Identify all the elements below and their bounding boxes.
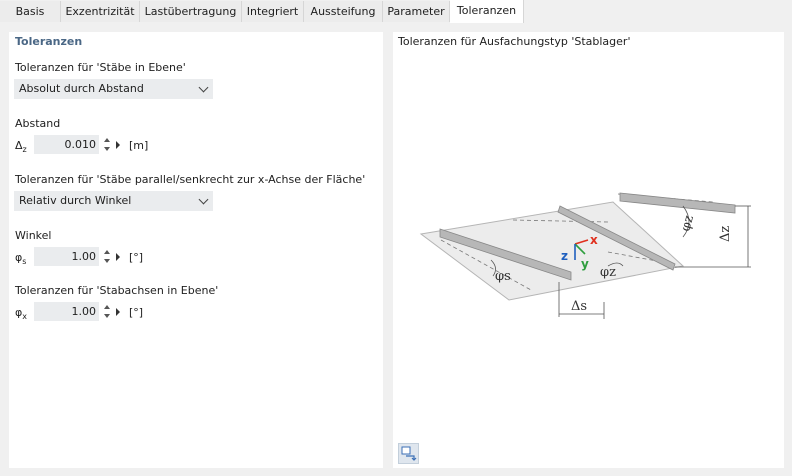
phi-x-symbol: φx bbox=[15, 306, 27, 321]
tab-label: Aussteifung bbox=[310, 5, 376, 18]
member-top-right bbox=[619, 192, 736, 214]
phi-x-spinner[interactable] bbox=[102, 304, 112, 320]
section-title: Toleranzen bbox=[15, 35, 83, 48]
phi-z-mid-label: φz bbox=[600, 265, 616, 280]
winkel-spinner[interactable] bbox=[102, 249, 112, 265]
arrow-right-icon[interactable] bbox=[116, 141, 120, 149]
delta-z-symbol: Δz bbox=[15, 139, 27, 154]
axis-x-label: x bbox=[590, 233, 598, 247]
phi-x-unit: [°] bbox=[129, 306, 144, 319]
delta-z-label: Δz bbox=[718, 226, 733, 242]
tab-lastuebertragung[interactable]: Lastübertragung bbox=[140, 1, 242, 22]
view-options-icon bbox=[401, 446, 417, 461]
tolerance-illustration: Δz φz φs φz Δs x y z bbox=[419, 192, 751, 319]
symbol-main: Δ bbox=[15, 139, 23, 152]
winkel-unit: [°] bbox=[129, 251, 144, 264]
axis-z-label: z bbox=[561, 249, 568, 263]
winkel-input[interactable]: 1.00 bbox=[34, 247, 99, 266]
tab-label: Basis bbox=[15, 5, 45, 18]
tab-label: Toleranzen bbox=[456, 4, 517, 17]
chevron-down-icon bbox=[198, 194, 209, 205]
spin-up-icon[interactable] bbox=[104, 250, 110, 254]
illustration-panel: Toleranzen für Ausfachungstyp 'Stablager… bbox=[393, 32, 784, 468]
tab-bar: Basis Exzentrizität Lastübertragung Inte… bbox=[0, 0, 792, 23]
tab-aussteifung[interactable]: Aussteifung bbox=[304, 1, 383, 22]
phi-x-input[interactable]: 1.00 bbox=[34, 302, 99, 321]
select-value: Absolut durch Abstand bbox=[19, 82, 144, 95]
winkel-label: Winkel bbox=[15, 229, 52, 242]
tab-toleranzen[interactable]: Toleranzen bbox=[450, 0, 524, 23]
phi-s-label: φs bbox=[495, 269, 511, 284]
abstand-input[interactable]: 0.010 bbox=[34, 135, 99, 154]
tab-label: Exzentrizität bbox=[65, 5, 135, 18]
symbol-sub: z bbox=[22, 145, 27, 155]
delta-s-label: Δs bbox=[571, 299, 587, 314]
spin-up-icon[interactable] bbox=[104, 138, 110, 142]
chevron-down-icon bbox=[198, 82, 209, 93]
tab-label: Lastübertragung bbox=[144, 5, 237, 18]
axis-y-label: y bbox=[581, 257, 589, 271]
symbol-sub: x bbox=[22, 312, 27, 322]
members-parallel-select[interactable]: Relativ durch Winkel bbox=[14, 191, 213, 211]
symbol-sub: s bbox=[22, 257, 27, 267]
tab-integriert[interactable]: Integriert bbox=[242, 1, 304, 22]
abstand-spinner[interactable] bbox=[102, 137, 112, 153]
abstand-unit: [m] bbox=[129, 139, 149, 152]
spin-up-icon[interactable] bbox=[104, 305, 110, 309]
tolerances-settings-panel: Toleranzen Toleranzen für 'Stäbe in Eben… bbox=[9, 32, 383, 468]
select-value: Relativ durch Winkel bbox=[19, 194, 132, 207]
spin-down-icon[interactable] bbox=[104, 147, 110, 151]
view-options-button[interactable] bbox=[398, 443, 419, 464]
tab-exzentrizitaet[interactable]: Exzentrizität bbox=[61, 1, 140, 22]
input-value: 0.010 bbox=[64, 138, 97, 151]
input-value: 1.00 bbox=[71, 250, 97, 263]
members-in-plane-select[interactable]: Absolut durch Abstand bbox=[14, 79, 213, 99]
group1-label: Toleranzen für 'Stäbe in Ebene' bbox=[15, 61, 186, 74]
illustration-title: Toleranzen für Ausfachungstyp 'Stablager… bbox=[398, 35, 631, 48]
input-value: 1.00 bbox=[71, 305, 97, 318]
tab-parameter[interactable]: Parameter bbox=[383, 1, 450, 22]
arrow-right-icon[interactable] bbox=[116, 308, 120, 316]
group3-label: Toleranzen für 'Stabachsen in Ebene' bbox=[15, 284, 219, 297]
abstand-label: Abstand bbox=[15, 117, 61, 130]
group2-label: Toleranzen für 'Stäbe parallel/senkrecht… bbox=[15, 173, 366, 186]
tab-basis[interactable]: Basis bbox=[0, 1, 61, 22]
tab-label: Parameter bbox=[387, 5, 445, 18]
phi-s-symbol: φs bbox=[15, 251, 26, 266]
spin-down-icon[interactable] bbox=[104, 314, 110, 318]
phi-z-top-label: φz bbox=[678, 214, 697, 233]
spin-down-icon[interactable] bbox=[104, 259, 110, 263]
arrow-right-icon[interactable] bbox=[116, 253, 120, 261]
tab-label: Integriert bbox=[246, 5, 299, 18]
